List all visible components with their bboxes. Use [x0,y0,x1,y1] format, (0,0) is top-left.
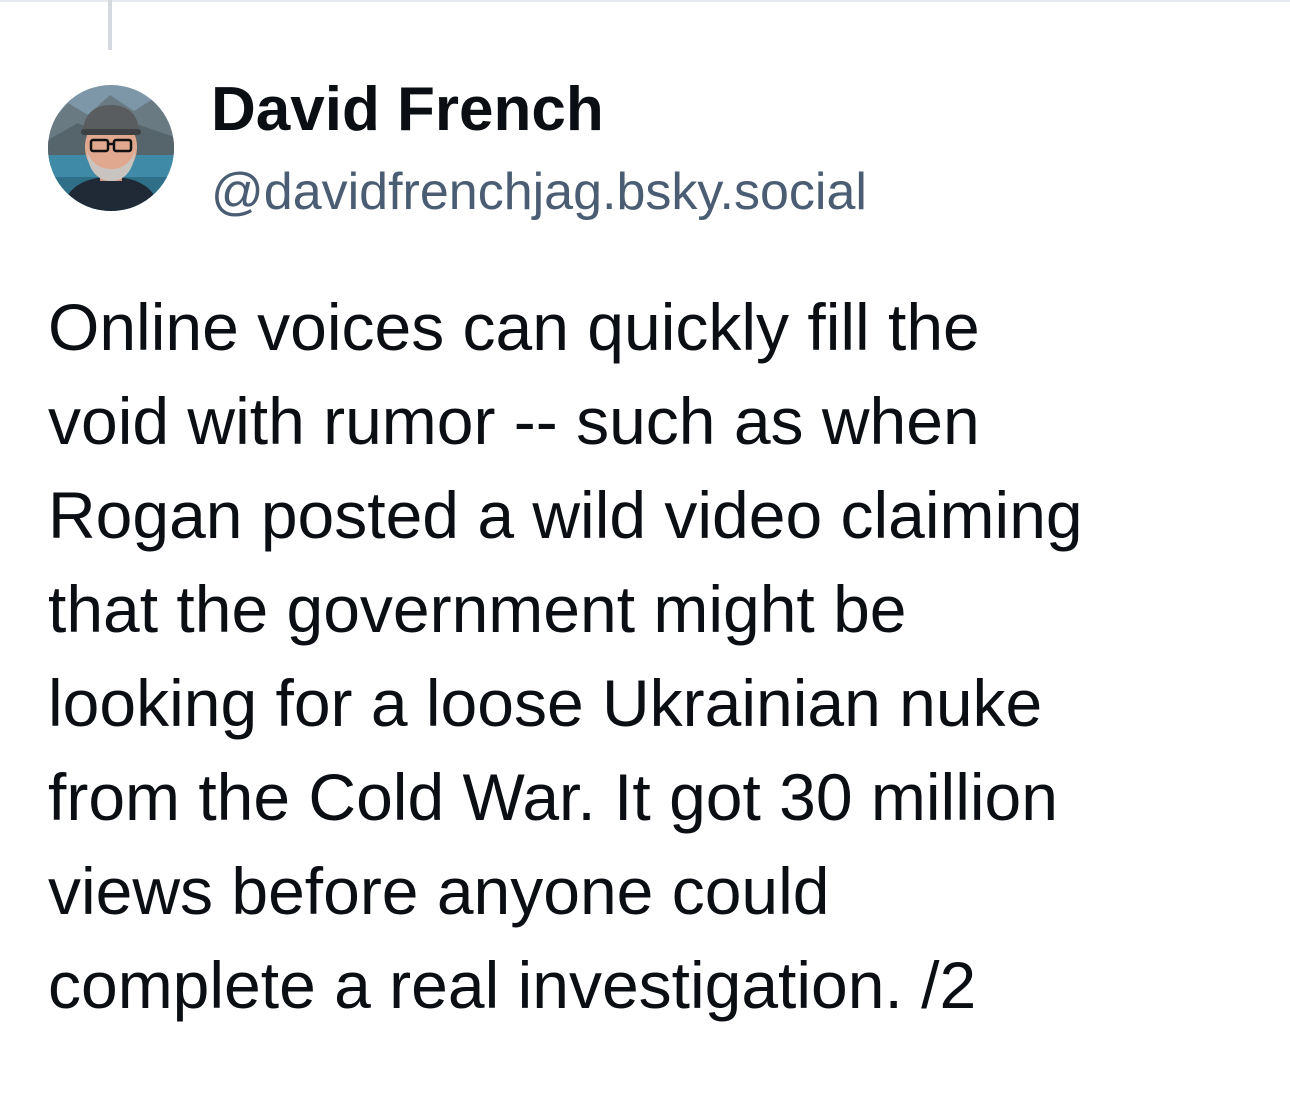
author-display-name[interactable]: David French [211,74,604,146]
author-avatar[interactable] [48,85,174,211]
post-text-line: Rogan posted a wild video claiming [48,478,1083,552]
author-handle[interactable]: @davidfrenchjag.bsky.social [211,160,867,224]
post-text: Online voices can quickly fill the void … [48,280,1278,1032]
post-text-line: Online voices can quickly fill the [48,290,980,364]
post-text-line: looking for a loose Ukrainian nuke [48,666,1043,740]
post-text-line: complete a real investigation. /2 [48,948,977,1022]
post-text-line: from the Cold War. It got 30 million [48,760,1058,834]
avatar-photo [48,85,174,211]
post-text-line: that the government might be [48,572,907,646]
post[interactable]: David French @davidfrenchjag.bsky.social… [0,0,1290,1093]
post-text-line: views before anyone could [48,854,830,928]
post-text-line: void with rumor -- such as when [48,384,980,458]
